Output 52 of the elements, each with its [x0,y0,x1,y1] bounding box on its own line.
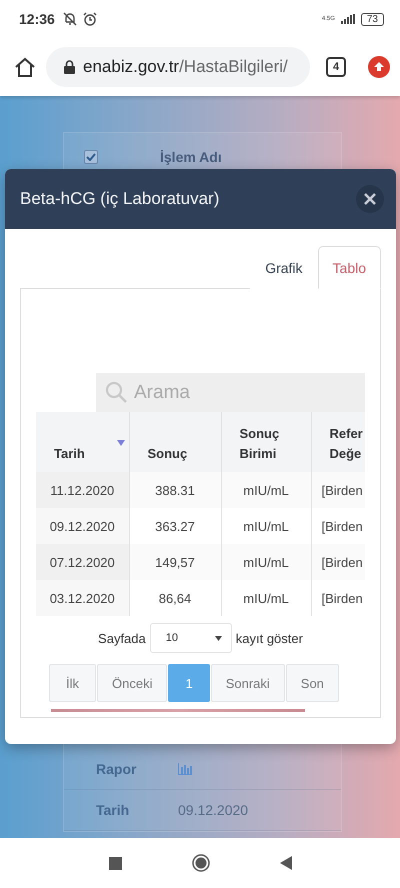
table-cell: mIU/mL [221,508,311,544]
home-button-icon[interactable] [192,854,210,872]
muted-bell-icon [62,12,77,26]
page-size-select[interactable]: 10 [150,623,232,653]
table-cell: 86,64 [129,580,221,616]
table-cell: 07.12.2020 [36,544,129,580]
info-label: Rapor [96,761,138,777]
table-cell: 363.27 [129,508,221,544]
table-cell: mIU/mL [221,472,311,508]
page-button[interactable]: Sonraki [210,664,285,702]
select-all-checkbox[interactable] [84,150,98,164]
close-icon [364,193,376,205]
recents-icon[interactable] [108,856,122,870]
lock-icon [64,60,75,74]
view-tab[interactable]: Tablo [318,246,381,289]
page-size-label: kayıt göster [236,630,303,646]
address-bar[interactable]: enabiz.gov.tr/HastaBilgileri/ [46,47,310,87]
table-cell: mIU/mL [221,544,311,580]
table-cell: mIU/mL [221,580,311,616]
page-button[interactable]: Son [286,664,339,702]
column-heading[interactable]: Sonuç [129,412,221,472]
close-button[interactable] [356,185,384,213]
page-button[interactable]: İlk [49,664,96,702]
column-heading[interactable]: Tarih [36,412,129,472]
search-icon [105,381,127,403]
table-cell: [Birden [311,544,365,580]
table-cell: 149,57 [129,544,221,580]
table-cell: [Birden [311,472,365,508]
battery-level: 73 [360,12,384,26]
table-cell: [Birden [311,580,365,616]
table-cell: 388.31 [129,472,221,508]
checkmark-icon [86,153,96,161]
dialog-title: Beta-hCG (iç Laboratuvar) [20,189,220,209]
search-field[interactable]: Arama [96,373,365,412]
column-heading[interactable]: Refer Değe [311,412,365,472]
alarm-icon [82,12,97,26]
page-button[interactable]: Önceki [97,664,168,702]
table-cell: [Birden [311,508,365,544]
table-cell: 09.12.2020 [36,508,129,544]
column-header: İşlem Adı [160,149,222,165]
home-icon[interactable] [14,57,36,77]
clock-time: 12:36 [19,11,55,27]
caret-icon [214,636,222,640]
back-icon[interactable] [280,856,292,870]
signal-icon [340,14,355,24]
info-value: 09.12.2020 [178,802,248,818]
column-heading[interactable]: Sonuç Birimi [221,412,311,472]
info-label: Tarih [96,802,130,818]
tab-count-button[interactable]: 4 [326,57,346,77]
table-cell: 03.12.2020 [36,580,129,616]
page-size-label: Sayfada [98,630,146,646]
table-cell: 11.12.2020 [36,472,129,508]
